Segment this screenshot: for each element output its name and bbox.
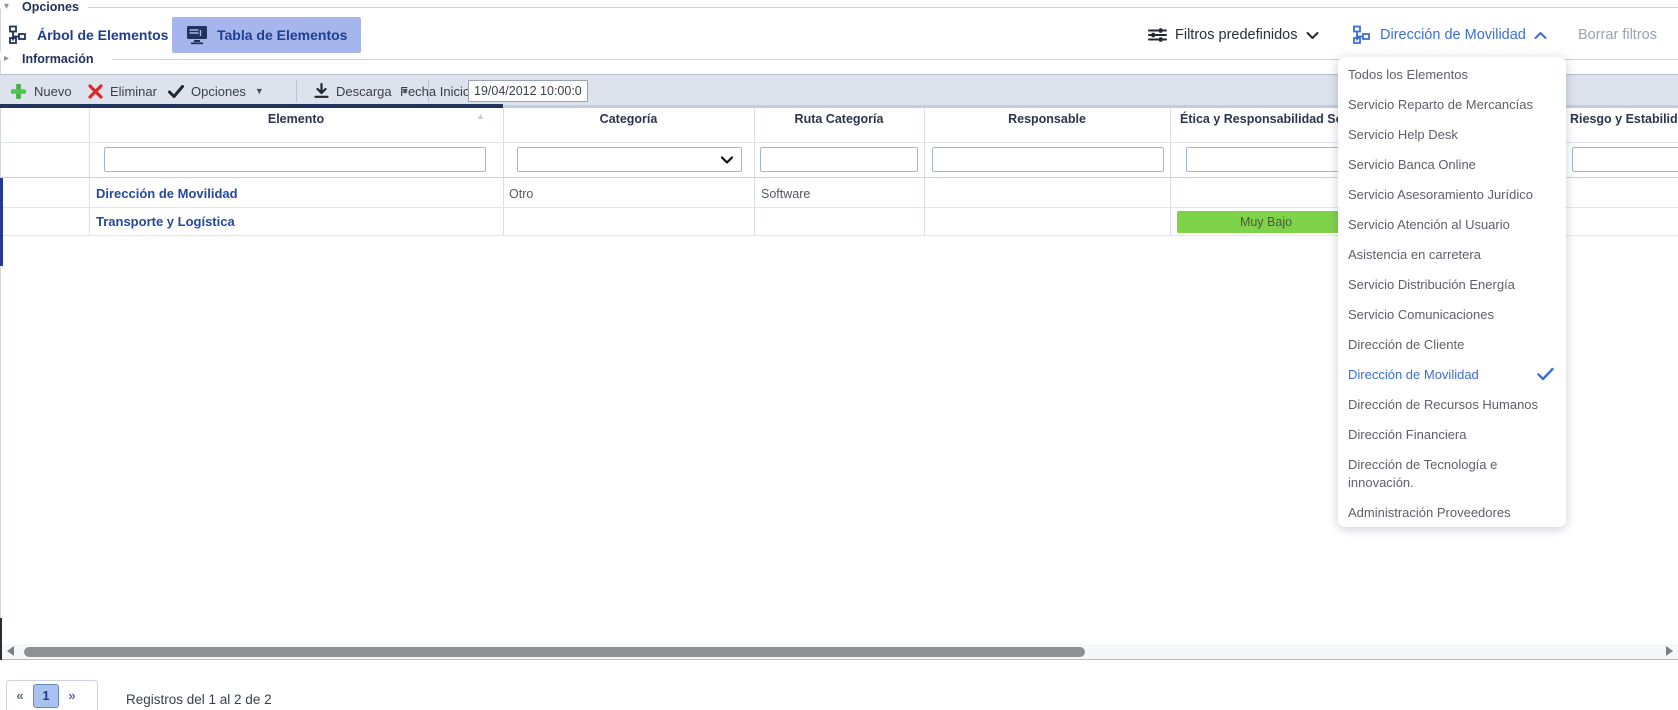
menu-item-administracion-proveedores[interactable]: Administración Proveedores [1338,498,1566,527]
column-header-categoria[interactable]: Categoría [503,112,754,126]
nuevo-label: Nuevo [34,84,72,99]
filter-input-elemento[interactable] [104,147,486,172]
status-badge-muy-bajo: Muy Bajo [1177,211,1355,233]
column-divider [503,108,504,235]
table-left-border [0,618,2,660]
element-filter-dropdown-menu: Todos los Elementos Servicio Reparto de … [1338,57,1566,527]
filter-select-categoria[interactable] [517,147,742,172]
eliminar-button[interactable]: Eliminar [88,75,157,107]
section-title-opciones: Opciones [22,0,79,14]
descarga-button[interactable]: Descarga ▼ [314,75,410,107]
filtros-predefinidos-label: Filtros predefinidos [1175,27,1298,43]
download-icon [314,83,329,99]
nuevo-button[interactable]: Nuevo [10,75,72,107]
cell-categoria: Otro [509,187,533,201]
descarga-label: Descarga [336,84,392,99]
menu-item-servicio-asesoramiento[interactable]: Servicio Asesoramiento Jurídico [1338,180,1566,210]
table-top-bar [0,104,503,108]
fieldset-border [0,8,1,52]
opciones-label: Opciones [191,84,246,99]
arbol-de-elementos-button[interactable]: Árbol de Elementos [8,18,168,52]
element-link[interactable]: Dirección de Movilidad [96,186,238,201]
filter-input-responsable[interactable] [932,147,1164,172]
element-link[interactable]: Transporte y Logística [96,214,235,229]
toolbar-separator [296,80,297,102]
scroll-left-arrow[interactable] [7,646,14,656]
filtros-predefinidos-button[interactable]: Filtros predefinidos [1148,22,1319,48]
row-selection-bar [0,178,3,266]
menu-item-servicio-atencion[interactable]: Servicio Atención al Usuario [1338,210,1566,240]
column-header-riesgo[interactable]: Riesgo y Estabilidad [1570,112,1678,126]
divider [88,7,1678,8]
column-header-responsable[interactable]: Responsable [924,112,1170,126]
horizontal-scrollbar-thumb[interactable] [24,647,1085,657]
filter-input-ruta-categoria[interactable] [760,147,918,172]
fieldset-border [0,60,1,660]
tabla-de-elementos-button[interactable]: Tabla de Elementos [172,17,361,53]
pagination-first-button[interactable]: « [7,688,33,703]
check-icon [168,85,184,98]
menu-item-direccion-movilidad[interactable]: Dirección de Movilidad [1338,360,1566,390]
records-summary: Registros del 1 al 2 de 2 [126,692,272,707]
monitor-icon [186,25,208,45]
menu-item-servicio-banca-online[interactable]: Servicio Banca Online [1338,150,1566,180]
arbol-de-elementos-label: Árbol de Elementos [37,27,168,43]
tabla-de-elementos-label: Tabla de Elementos [217,27,347,43]
column-divider [924,108,925,235]
menu-item-asistencia-carretera[interactable]: Asistencia en carretera [1338,240,1566,270]
pagination-last-button[interactable]: » [59,688,85,703]
tree-icon-blue [1352,25,1372,45]
selected-check-icon [1537,367,1554,381]
menu-item-servicio-reparto[interactable]: Servicio Reparto de Mercancías [1338,90,1566,120]
menu-item-label: Dirección de Movilidad [1348,366,1479,384]
menu-item-direccion-cliente[interactable]: Dirección de Cliente [1338,330,1566,360]
menu-item-servicio-distribucion[interactable]: Servicio Distribución Energía [1338,270,1566,300]
eliminar-label: Eliminar [110,84,157,99]
sort-ascending-icon[interactable]: ▲ [476,111,485,121]
menu-item-servicio-comunicaciones[interactable]: Servicio Comunicaciones [1338,300,1566,330]
column-header-etica[interactable]: Ética y Responsabilidad Social [1180,112,1364,126]
chevron-down-icon [721,156,733,164]
caret-down-icon: ▼ [255,86,264,96]
borrar-filtros-label: Borrar filtros [1578,27,1657,43]
fecha-inicio-label: Fecha Inicio [400,84,470,99]
delete-x-icon [88,84,103,99]
pagination-page-1-button[interactable]: 1 [33,684,59,708]
filter-input-riesgo[interactable] [1572,147,1678,172]
fecha-inicio-input[interactable] [468,80,588,102]
chevron-up-icon [1534,31,1547,40]
menu-item-direccion-financiera[interactable]: Dirección Financiera [1338,420,1566,450]
divider [0,659,1678,660]
menu-item-servicio-help-desk[interactable]: Servicio Help Desk [1338,120,1566,150]
pagination-control: « 1 » [6,680,98,710]
column-divider [1170,108,1171,235]
borrar-filtros-button[interactable]: Borrar filtros [1578,22,1657,48]
element-filter-label: Dirección de Movilidad [1380,27,1526,43]
expand-arrow-icon[interactable]: ▸ [4,53,9,64]
element-filter-dropdown-button[interactable]: Dirección de Movilidad [1352,22,1547,48]
menu-item-direccion-tecnologia[interactable]: Dirección de Tecnología e innovación. [1338,450,1543,498]
scroll-right-arrow[interactable] [1666,646,1673,656]
cell-ruta-categoria: Software [761,187,810,201]
column-divider [754,108,755,235]
collapse-arrow-icon[interactable]: ▾ [4,1,9,12]
column-header-ruta-categoria[interactable]: Ruta Categoría [754,112,924,126]
menu-item-direccion-rrhh[interactable]: Dirección de Recursos Humanos [1338,390,1566,420]
plus-icon [10,83,27,100]
opciones-menu-button[interactable]: Opciones ▼ [168,75,264,107]
column-header-elemento[interactable]: Elemento [89,112,503,126]
menu-item-todos-los-elementos[interactable]: Todos los Elementos [1338,60,1566,90]
section-title-informacion: Información [22,52,94,66]
sliders-icon [1148,27,1167,43]
chevron-down-icon [1306,31,1319,40]
tree-icon [8,25,28,45]
app-window: ▾ Opciones Árbol de Elementos Tabla de E… [0,0,1678,710]
column-divider [89,108,90,235]
